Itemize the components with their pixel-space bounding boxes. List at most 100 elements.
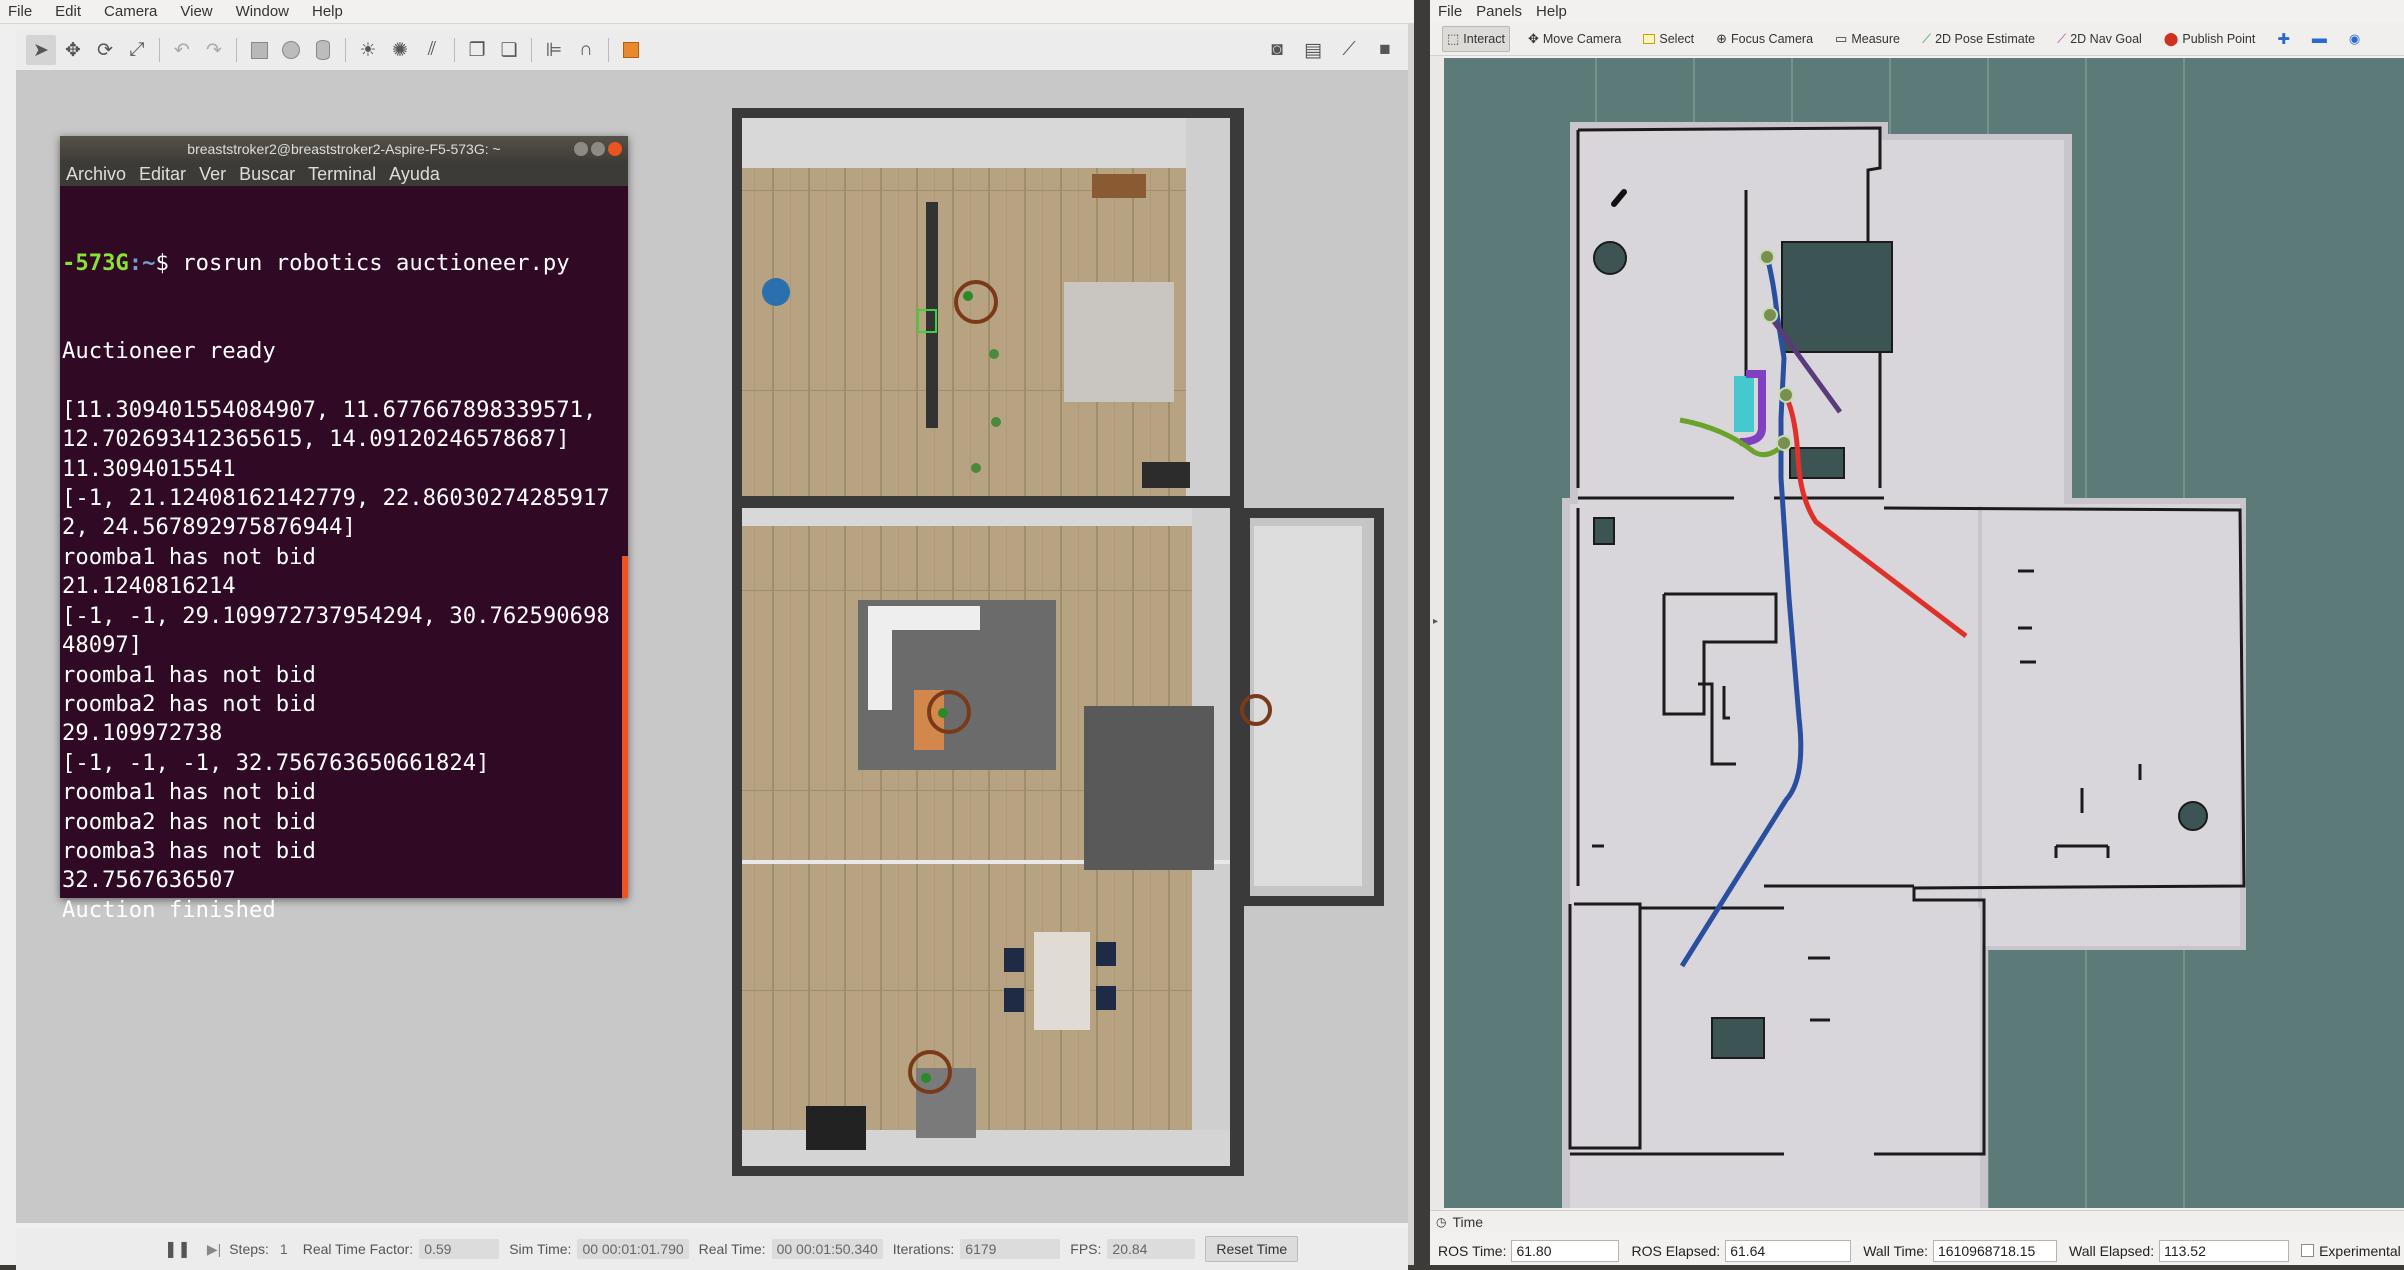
sim-time-label: Sim Time: xyxy=(509,1241,572,1257)
undo-icon[interactable]: ↶ xyxy=(167,35,197,65)
ros-elapsed-label: ROS Elapsed: xyxy=(1631,1242,1721,1259)
minimize-icon[interactable] xyxy=(574,142,588,156)
spot-light-icon[interactable]: ✺ xyxy=(385,35,415,65)
rviz-menu-panels[interactable]: Panels xyxy=(1476,3,1522,20)
time-panel-header: ◷ Time xyxy=(1430,1210,2404,1232)
terminal-titlebar[interactable]: breaststroker2@breaststroker2-Aspire-F5-… xyxy=(60,136,628,162)
select-arrow-icon[interactable]: ➤ xyxy=(26,35,56,65)
terminal-prompt-line: -573G:~$ rosrun robotics auctioneer.py xyxy=(62,249,622,278)
publish-point-icon: ⬤ xyxy=(2163,30,2179,46)
rviz-menu-file[interactable]: File xyxy=(1438,3,1462,20)
reset-time-button[interactable]: Reset Time xyxy=(1205,1236,1299,1262)
paste-icon[interactable]: ❏ xyxy=(494,35,524,65)
terminal-menubar: Archivo Editar Ver Buscar Terminal Ayuda xyxy=(60,162,628,186)
tool-interact[interactable]: ⬚ Interact xyxy=(1442,25,1510,52)
menu-view[interactable]: View xyxy=(180,3,212,20)
ros-time-label: ROS Time: xyxy=(1438,1242,1507,1259)
align-icon[interactable]: ⊫ xyxy=(539,35,569,65)
rviz-left-dock-toggle[interactable]: ▸ xyxy=(1430,56,1444,1210)
color-icon[interactable] xyxy=(616,35,646,65)
experimental-checkbox[interactable] xyxy=(2301,1244,2315,1257)
point-light-icon[interactable]: ☀ xyxy=(353,35,383,65)
ros-elapsed-field[interactable]: 61.64 xyxy=(1725,1239,1852,1262)
step-icon[interactable]: ▶| xyxy=(207,1241,221,1258)
time-panel: ROS Time: 61.80 ROS Elapsed: 61.64 Wall … xyxy=(1430,1236,2404,1265)
translate-icon[interactable]: ✥ xyxy=(58,35,88,65)
expand-arrow-icon: ▸ xyxy=(1433,616,1439,627)
tool-measure[interactable]: ▭ Measure xyxy=(1831,26,1904,52)
experimental-label: Experimental xyxy=(2319,1242,2401,1259)
scale-icon[interactable]: ⤢ xyxy=(122,35,152,65)
minus-icon: ▬ xyxy=(2311,30,2327,47)
term-menu-archivo[interactable]: Archivo xyxy=(66,164,126,185)
menu-window[interactable]: Window xyxy=(236,3,289,20)
term-menu-buscar[interactable]: Buscar xyxy=(239,164,295,185)
tool-nav-goal[interactable]: ⟋ 2D Nav Goal xyxy=(2053,26,2146,52)
record-icon[interactable]: ■ xyxy=(1370,35,1400,65)
log-icon[interactable]: ▤ xyxy=(1298,35,1328,65)
term-menu-terminal[interactable]: Terminal xyxy=(308,164,376,185)
time-panel-title: Time xyxy=(1452,1213,1484,1230)
rviz-window: File Panels Help ⬚ Interact ✥ Move Camera … xyxy=(1430,0,2404,1265)
tool-label: Focus Camera xyxy=(1731,31,1814,46)
view-tool-button[interactable]: ◉ xyxy=(2345,26,2364,52)
terminal-output[interactable]: -573G:~$ rosrun robotics auctioneer.py A… xyxy=(62,190,622,984)
focus-camera-icon: ⊕ xyxy=(1716,30,1728,46)
cylinder-icon[interactable] xyxy=(308,35,338,65)
rviz-menu-help[interactable]: Help xyxy=(1536,3,1567,20)
gazebo-statusbar: ❚❚ ▶| Steps: 1 Real Time Factor: 0.59 Si… xyxy=(16,1228,1408,1270)
screenshot-icon[interactable]: ◙ xyxy=(1262,35,1292,65)
menu-help[interactable]: Help xyxy=(312,3,343,20)
rotate-icon[interactable]: ⟳ xyxy=(90,35,120,65)
remove-tool-button[interactable]: ▬ xyxy=(2308,26,2331,52)
tool-publish-point[interactable]: ⬤ Publish Point xyxy=(2160,26,2260,52)
steps-spinbox[interactable]: 1 xyxy=(275,1239,293,1259)
wall-elapsed-field[interactable]: 113.52 xyxy=(2159,1239,2290,1262)
rviz-toolbar: ⬚ Interact ✥ Move Camera Select ⊕ Focus Cam… xyxy=(1430,22,2404,56)
menu-edit[interactable]: Edit xyxy=(55,3,81,20)
window-controls xyxy=(574,142,622,156)
plus-icon: ✚ xyxy=(2277,30,2290,48)
term-menu-ayuda[interactable]: Ayuda xyxy=(389,164,440,185)
toolbar-separator xyxy=(236,38,237,62)
interact-icon: ⬚ xyxy=(1447,30,1460,46)
tool-label: Measure xyxy=(1851,31,1900,46)
ros-time-field[interactable]: 61.80 xyxy=(1511,1239,1620,1262)
box-icon[interactable] xyxy=(244,35,274,65)
tool-label: Select xyxy=(1659,31,1695,46)
add-tool-button[interactable]: ✚ xyxy=(2273,26,2294,52)
menu-file[interactable]: File xyxy=(8,3,32,20)
menu-camera[interactable]: Camera xyxy=(104,3,157,20)
plot-icon[interactable]: ⟋ xyxy=(1334,35,1364,65)
rviz-3d-view[interactable] xyxy=(1444,58,2404,1208)
toolbar-separator xyxy=(531,38,532,62)
maximize-icon[interactable] xyxy=(591,142,605,156)
terminal-window: breaststroker2@breaststroker2-Aspire-F5-… xyxy=(60,136,628,923)
redo-icon[interactable]: ↷ xyxy=(199,35,229,65)
terminal-scrollbar[interactable] xyxy=(622,556,628,898)
fps-value: 20.84 xyxy=(1107,1239,1196,1259)
tool-pose-estimate[interactable]: ⟋ 2D Pose Estimate xyxy=(1918,26,2039,52)
term-menu-ver[interactable]: Ver xyxy=(199,164,226,185)
close-icon[interactable] xyxy=(608,142,622,156)
occupancy-map xyxy=(1562,58,2246,1208)
wall-time-field[interactable]: 1610968718.15 xyxy=(1933,1239,2058,1262)
tool-focus-camera[interactable]: ⊕ Focus Camera xyxy=(1712,26,1817,52)
tool-select[interactable]: Select xyxy=(1639,26,1698,52)
gazebo-menubar: File Edit Camera View Window Help xyxy=(0,0,1414,24)
toolbar-separator xyxy=(159,38,160,62)
wall-elapsed-label: Wall Elapsed: xyxy=(2069,1242,2155,1259)
rtf-label: Real Time Factor: xyxy=(302,1241,414,1257)
sphere-icon[interactable] xyxy=(276,35,306,65)
tool-label: 2D Pose Estimate xyxy=(1935,31,2036,46)
tool-move-camera[interactable]: ✥ Move Camera xyxy=(1524,26,1625,52)
directional-light-icon[interactable]: ⫽ xyxy=(417,35,447,65)
term-menu-editar[interactable]: Editar xyxy=(139,164,186,185)
copy-icon[interactable]: ❐ xyxy=(462,35,492,65)
tool-label: 2D Nav Goal xyxy=(2070,31,2142,46)
toolbar-separator xyxy=(454,38,455,62)
terminal-output-text: Auctioneer ready [11.309401554084907, 11… xyxy=(62,338,610,923)
gazebo-splitter[interactable] xyxy=(1408,24,1414,1265)
pause-icon[interactable]: ❚❚ xyxy=(164,1239,191,1259)
snap-icon[interactable]: ∩ xyxy=(571,35,601,65)
